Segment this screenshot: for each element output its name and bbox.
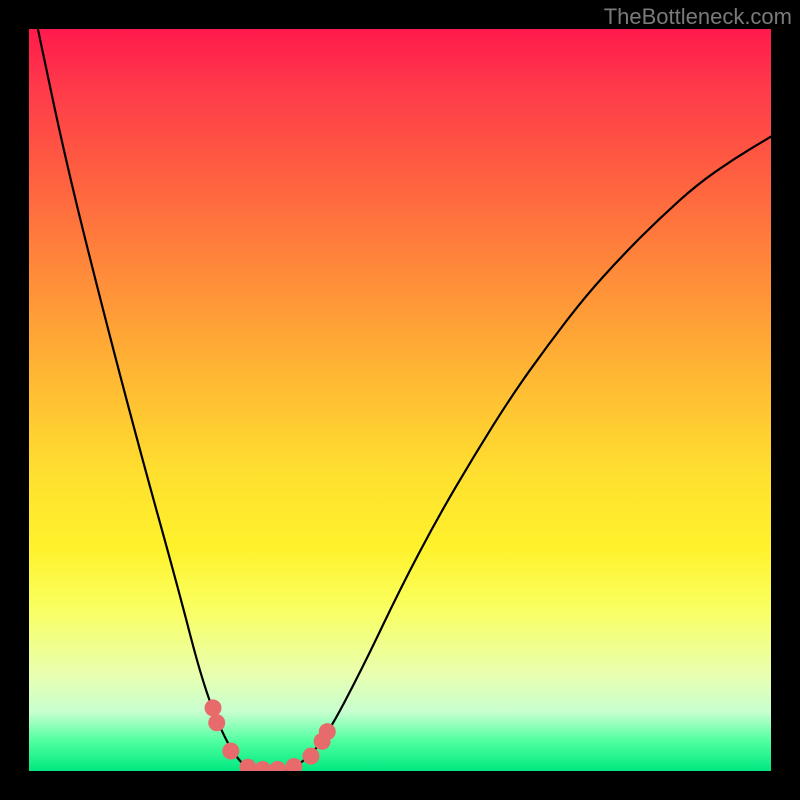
curve-marker — [222, 742, 239, 759]
chart-svg-layer — [29, 29, 771, 771]
attribution-text: TheBottleneck.com — [604, 4, 792, 30]
chart-frame: TheBottleneck.com — [0, 0, 800, 800]
curve-marker — [208, 714, 225, 731]
curve-marker — [239, 759, 256, 771]
curve-marker — [319, 723, 336, 740]
curve-marker — [285, 758, 302, 771]
curve-marker — [269, 761, 286, 771]
curve-marker — [254, 761, 271, 771]
curve-marker — [205, 699, 222, 716]
curve-marker — [302, 748, 319, 765]
bottleneck-curve — [38, 29, 771, 771]
